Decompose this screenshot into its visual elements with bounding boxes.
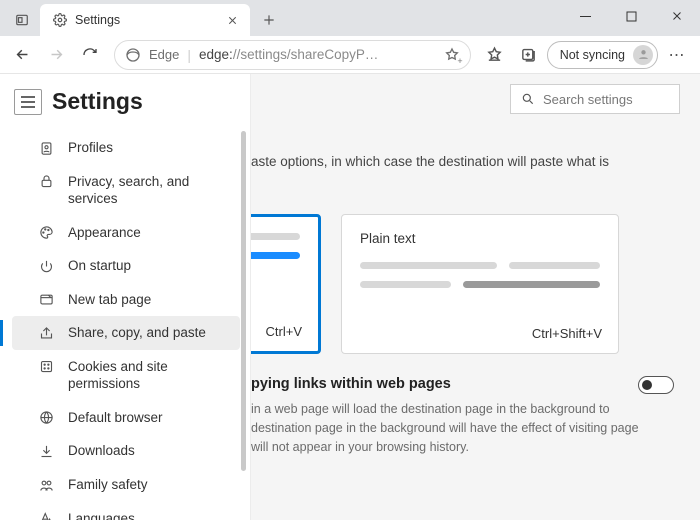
sidebar-scroll-area: Profiles Privacy, search, and services A… xyxy=(0,125,250,520)
family-icon xyxy=(38,477,54,493)
sidebar-item-downloads[interactable]: Downloads xyxy=(12,434,240,468)
sidebar-item-label: Share, copy, and paste xyxy=(68,324,206,342)
sidebar-item-profiles[interactable]: Profiles xyxy=(12,131,240,165)
back-button[interactable] xyxy=(6,39,38,71)
active-tab[interactable]: Settings xyxy=(40,4,250,36)
settings-content: Search settings aste options, in which c… xyxy=(250,74,700,520)
sidebar-item-startup[interactable]: On startup xyxy=(12,249,240,283)
copying-links-title: pying links within web pages xyxy=(251,376,451,392)
new-tab-button[interactable] xyxy=(254,5,284,35)
sidebar-item-defaultbrowser[interactable]: Default browser xyxy=(12,401,240,435)
settings-page: Settings Profiles Privacy, search, and s… xyxy=(0,74,700,520)
newtab-icon xyxy=(38,292,54,308)
edge-logo-icon xyxy=(125,47,141,63)
gear-icon xyxy=(52,13,67,28)
search-settings-input[interactable]: Search settings xyxy=(510,84,680,114)
collections-button[interactable] xyxy=(513,39,545,71)
browser-icon xyxy=(38,410,54,426)
sidebar-item-label: Profiles xyxy=(68,139,113,157)
download-icon xyxy=(38,443,54,459)
search-icon xyxy=(521,92,535,106)
sidebar-item-label: Privacy, search, and services xyxy=(68,173,218,208)
close-window-button[interactable] xyxy=(654,0,700,32)
sidebar-item-cookies[interactable]: Cookies and site permissions xyxy=(12,350,240,401)
search-settings-wrap: Search settings xyxy=(510,84,680,114)
omnibox-label: Edge xyxy=(149,47,179,62)
sidebar-item-label: Downloads xyxy=(68,442,135,460)
sidebar-item-family[interactable]: Family safety xyxy=(12,468,240,502)
card-title: Plain text xyxy=(360,231,600,246)
tab-title: Settings xyxy=(75,13,216,27)
settings-title: Settings xyxy=(52,88,143,115)
settings-menu-button[interactable] xyxy=(14,89,42,115)
profile-icon xyxy=(38,140,54,156)
copying-links-toggle[interactable] xyxy=(638,376,674,394)
browser-toolbar: Edge | edge://settings/shareCopyP… + Not… xyxy=(0,36,700,74)
sidebar-item-label: Appearance xyxy=(68,224,141,242)
cookies-icon xyxy=(38,359,54,375)
address-bar[interactable]: Edge | edge://settings/shareCopyP… + xyxy=(114,40,471,70)
sidebar-item-newtab[interactable]: New tab page xyxy=(12,283,240,317)
hotkey-label: Ctrl+Shift+V xyxy=(532,326,602,341)
paste-option-cards: Ctrl+V Plain text Ctrl+Shift+V xyxy=(251,214,619,354)
overflow-menu-button[interactable]: ⋯ xyxy=(660,39,694,71)
sidebar-scrollbar[interactable] xyxy=(241,131,246,471)
window-controls xyxy=(562,0,700,32)
refresh-button[interactable] xyxy=(74,39,106,71)
power-icon xyxy=(38,258,54,274)
sync-label: Not syncing xyxy=(560,48,625,62)
sidebar-item-label: Languages xyxy=(68,510,135,520)
maximize-button[interactable] xyxy=(608,0,654,32)
sidebar-item-label: On startup xyxy=(68,257,131,275)
copying-links-description: in a web page will load the destination … xyxy=(251,400,640,456)
sidebar-item-label: Default browser xyxy=(68,409,163,427)
paste-options-description: aste options, in which case the destinat… xyxy=(251,154,670,169)
sidebar-item-label: New tab page xyxy=(68,291,151,309)
window-titlebar: Settings xyxy=(0,0,700,36)
sidebar-item-share[interactable]: Share, copy, and paste xyxy=(12,316,240,350)
reading-list-icon[interactable]: + xyxy=(444,47,460,63)
profile-sync-chip[interactable]: Not syncing xyxy=(547,41,658,69)
settings-header: Settings xyxy=(0,84,250,125)
paint-icon xyxy=(38,225,54,241)
avatar-icon xyxy=(633,45,653,65)
favorites-button[interactable] xyxy=(479,39,511,71)
close-tab-button[interactable] xyxy=(224,12,240,28)
settings-sidebar: Settings Profiles Privacy, search, and s… xyxy=(0,74,250,520)
sidebar-item-appearance[interactable]: Appearance xyxy=(12,216,240,250)
minimize-button[interactable] xyxy=(562,0,608,32)
search-placeholder: Search settings xyxy=(543,92,633,107)
sidebar-item-languages[interactable]: Languages xyxy=(12,502,240,520)
omnibox-separator: | xyxy=(187,47,191,63)
sidebar-item-label: Family safety xyxy=(68,476,148,494)
forward-button[interactable] xyxy=(40,39,72,71)
share-icon xyxy=(38,325,54,341)
lock-icon xyxy=(38,174,54,190)
hotkey-label: Ctrl+V xyxy=(266,324,302,339)
omnibox-url: edge://settings/shareCopyP… xyxy=(199,47,436,62)
paste-option-plaintext[interactable]: Plain text Ctrl+Shift+V xyxy=(341,214,619,354)
paste-option-link[interactable]: Ctrl+V xyxy=(250,214,321,354)
sidebar-item-label: Cookies and site permissions xyxy=(68,358,218,393)
pinned-tab-indicator[interactable] xyxy=(4,4,40,36)
language-icon xyxy=(38,511,54,520)
sidebar-item-privacy[interactable]: Privacy, search, and services xyxy=(12,165,240,216)
